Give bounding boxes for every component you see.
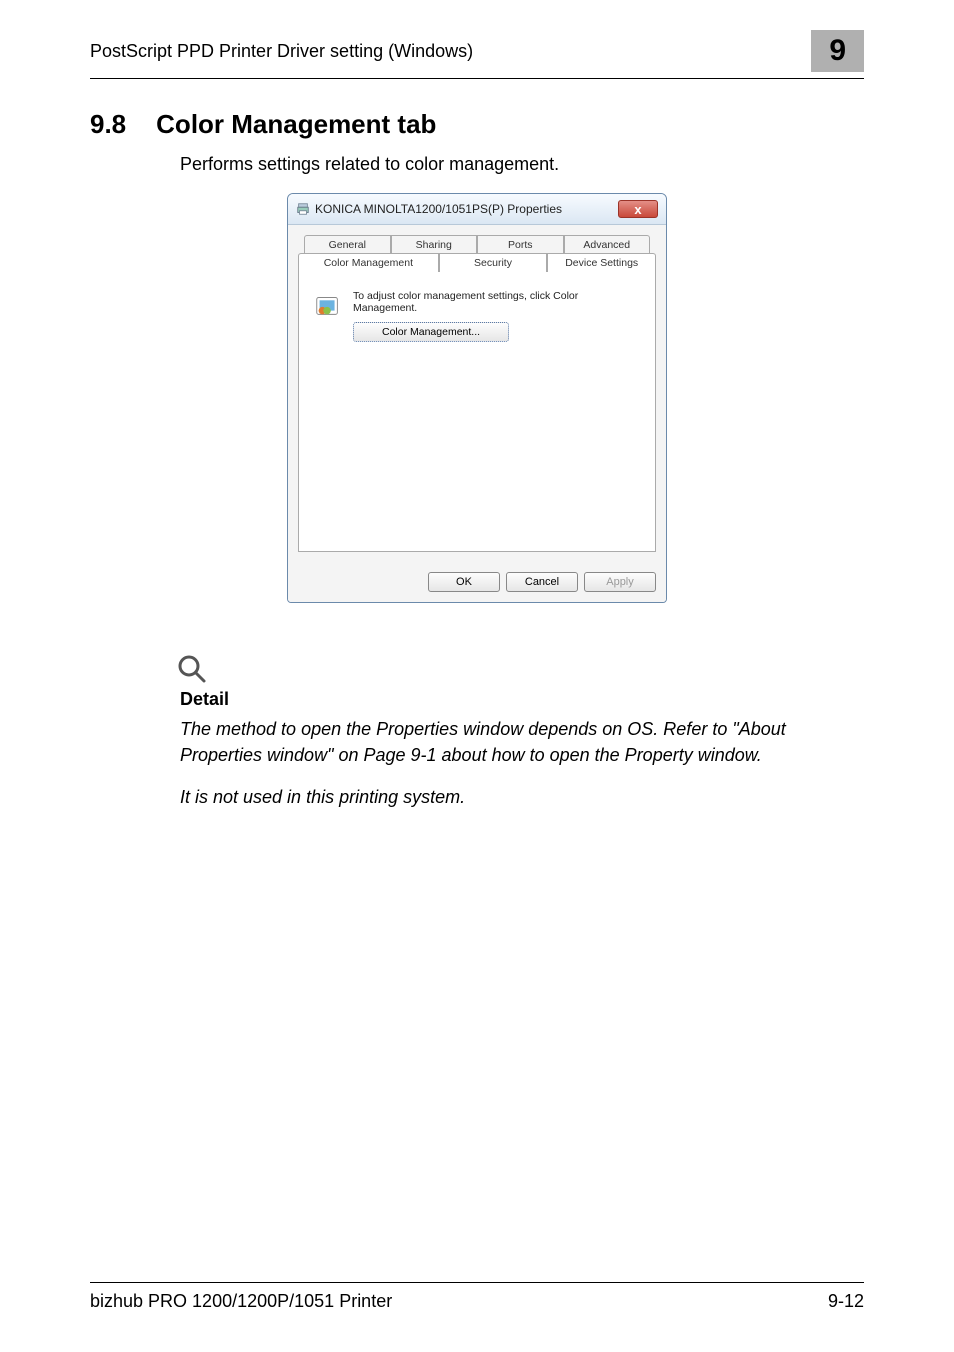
tab-content-panel: To adjust color management settings, cli…	[298, 272, 656, 552]
chapter-number-badge: 9	[811, 30, 864, 72]
page-header: PostScript PPD Printer Driver setting (W…	[90, 30, 864, 79]
footer-product: bizhub PRO 1200/1200P/1051 Printer	[90, 1291, 392, 1312]
tab-device-settings[interactable]: Device Settings	[547, 253, 656, 272]
detail-heading: Detail	[180, 689, 834, 710]
section-title: Color Management tab	[156, 109, 436, 140]
apply-button[interactable]: Apply	[584, 572, 656, 592]
tab-sharing[interactable]: Sharing	[391, 235, 478, 254]
tab-general[interactable]: General	[304, 235, 391, 254]
breadcrumb: PostScript PPD Printer Driver setting (W…	[90, 41, 473, 62]
close-button[interactable]: x	[618, 200, 658, 218]
section-description: Performs settings related to color manag…	[180, 154, 864, 175]
close-icon: x	[634, 202, 641, 217]
cancel-button[interactable]: Cancel	[506, 572, 578, 592]
properties-dialog: KONICA MINOLTA1200/1051PS(P) Properties …	[287, 193, 667, 603]
page-footer: bizhub PRO 1200/1200P/1051 Printer 9-12	[90, 1282, 864, 1312]
tab-advanced[interactable]: Advanced	[564, 235, 651, 254]
detail-paragraph-1: The method to open the Properties window…	[180, 716, 834, 768]
section-heading: 9.8 Color Management tab	[90, 109, 864, 140]
tab-color-management[interactable]: Color Management	[298, 253, 439, 272]
color-management-button[interactable]: Color Management...	[353, 322, 509, 342]
color-management-instruction: To adjust color management settings, cli…	[353, 290, 641, 314]
dialog-title: KONICA MINOLTA1200/1051PS(P) Properties	[315, 202, 562, 216]
footer-page-number: 9-12	[828, 1291, 864, 1312]
dialog-titlebar: KONICA MINOLTA1200/1051PS(P) Properties …	[288, 194, 666, 225]
color-management-icon	[313, 290, 343, 320]
printer-icon	[296, 202, 310, 216]
tab-ports[interactable]: Ports	[477, 235, 564, 254]
tab-security[interactable]: Security	[439, 253, 548, 272]
magnifier-icon	[176, 653, 208, 685]
ok-button[interactable]: OK	[428, 572, 500, 592]
section-number: 9.8	[90, 109, 126, 140]
detail-paragraph-2: It is not used in this printing system.	[180, 784, 834, 810]
